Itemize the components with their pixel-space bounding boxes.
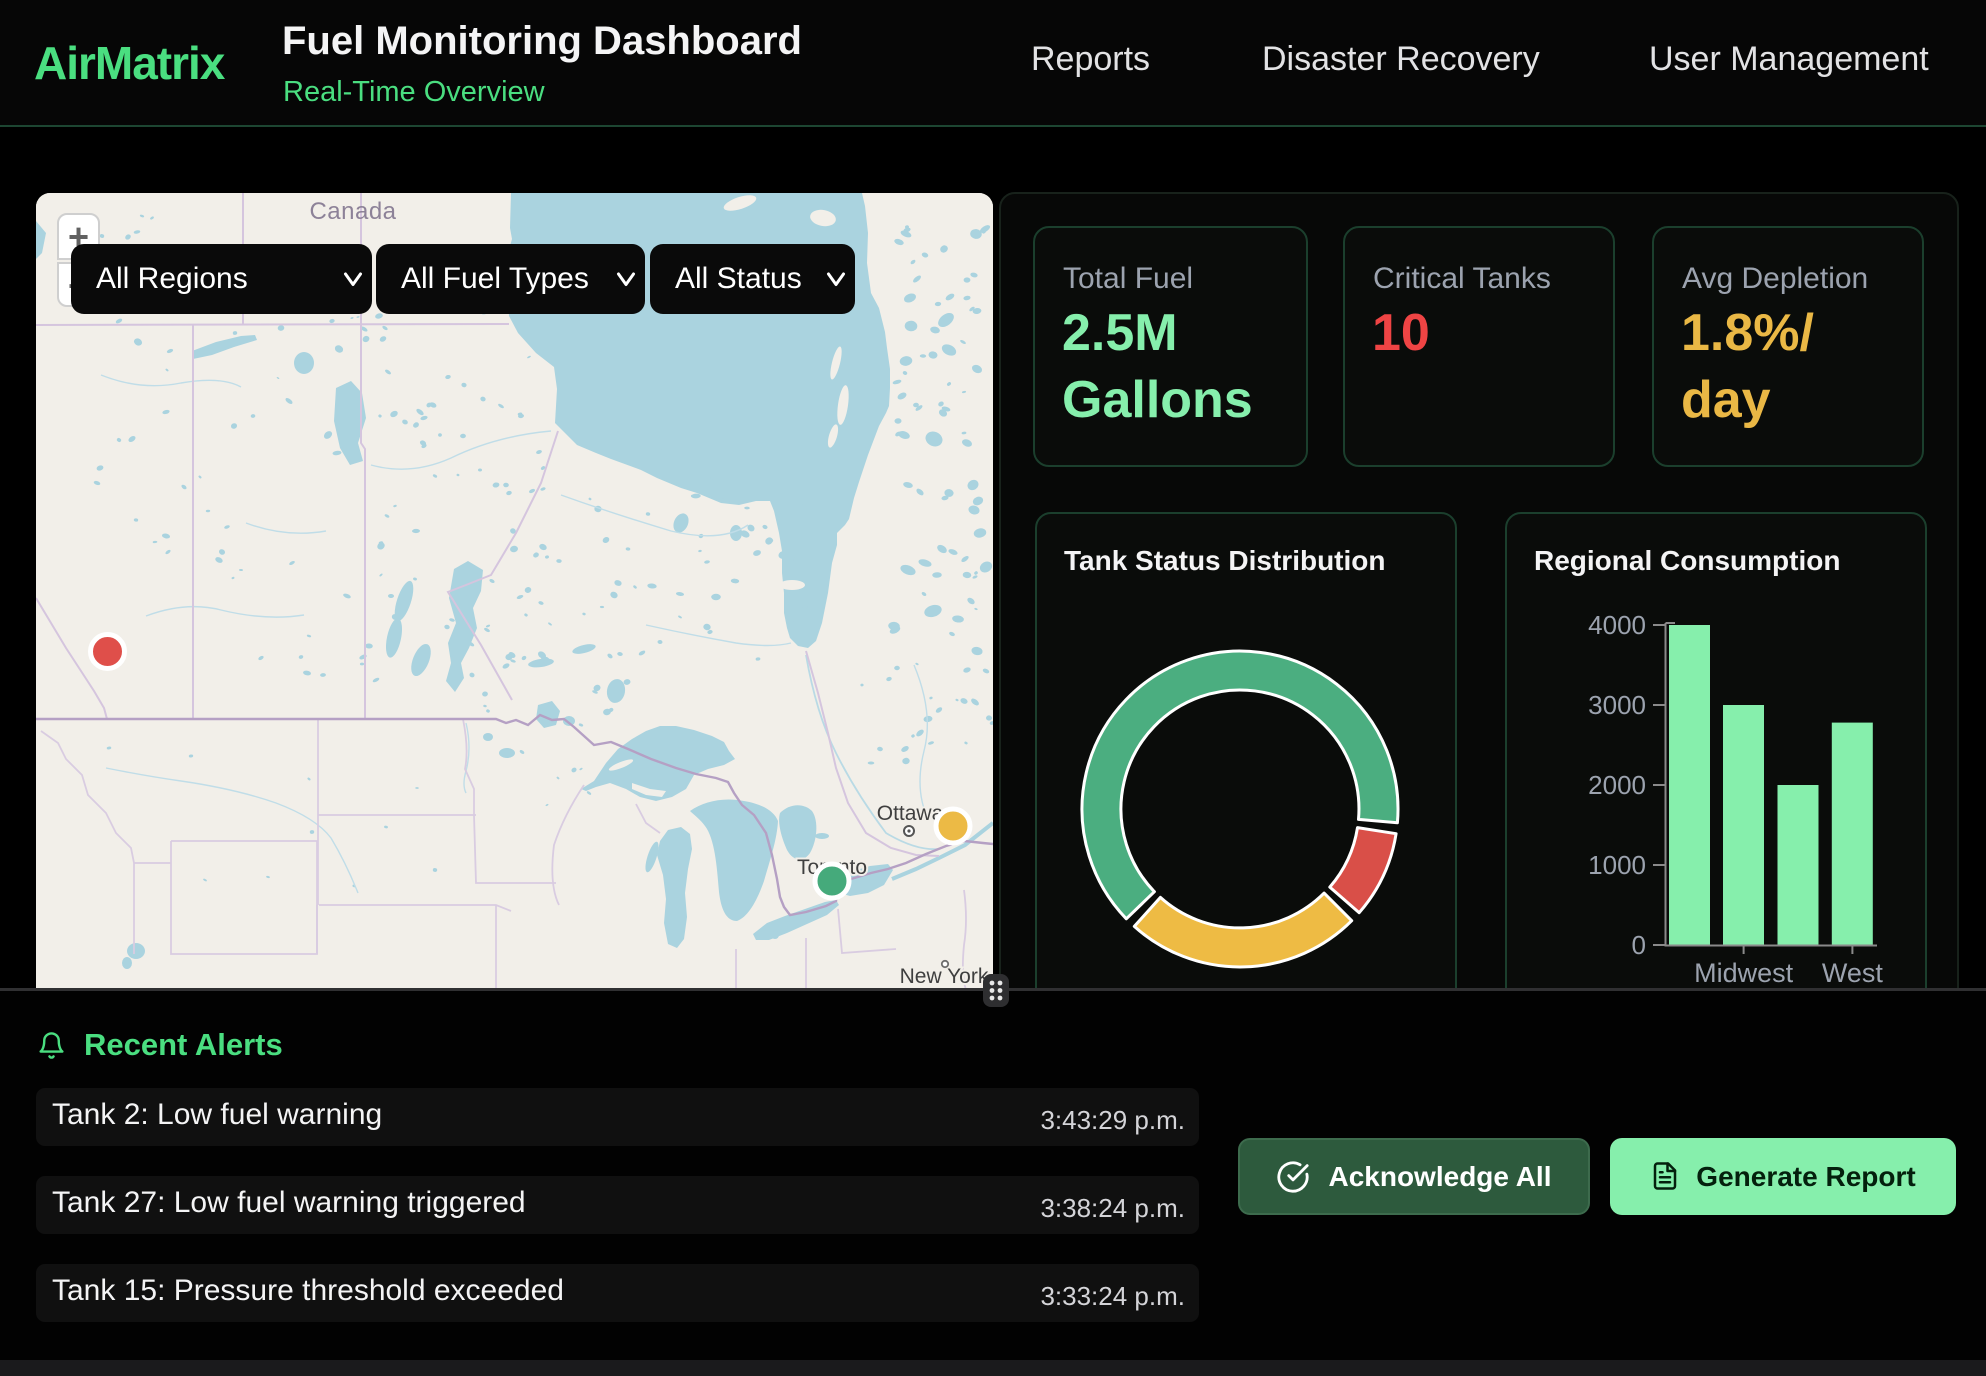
- svg-text:Canada: Canada: [309, 198, 396, 225]
- svg-text:2000: 2000: [1588, 770, 1646, 800]
- svg-text:1000: 1000: [1588, 850, 1646, 880]
- svg-text:4000: 4000: [1588, 610, 1646, 640]
- svg-text:0: 0: [1632, 930, 1646, 960]
- svg-text:Midwest: Midwest: [1694, 958, 1794, 988]
- svg-text:3000: 3000: [1588, 690, 1646, 720]
- svg-text:Ottawa: Ottawa: [877, 802, 944, 825]
- svg-text:West: West: [1822, 958, 1884, 988]
- svg-text:New York: New York: [900, 965, 989, 988]
